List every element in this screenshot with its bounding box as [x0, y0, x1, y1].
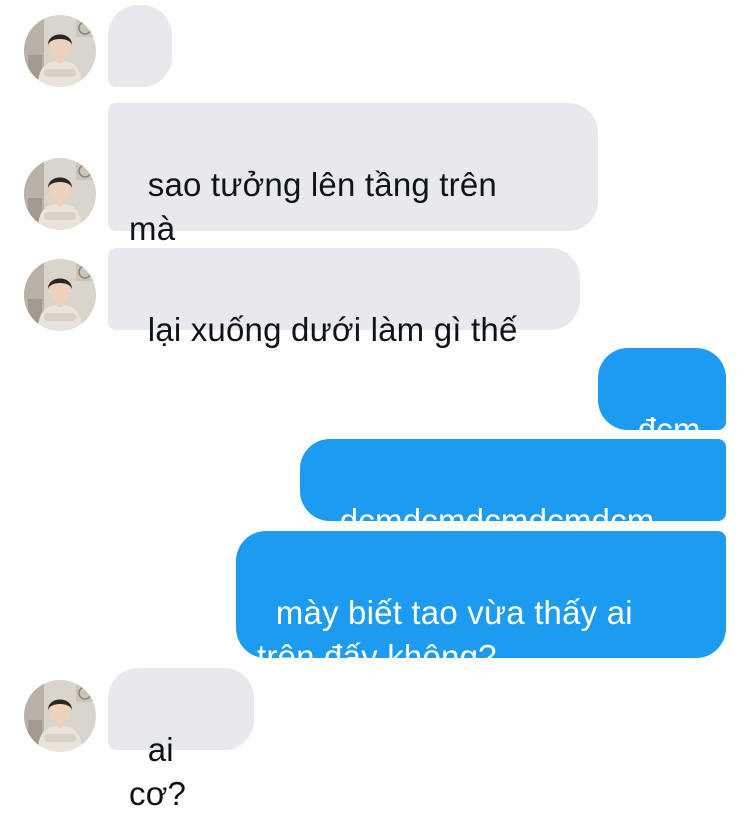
- sender-avatar[interactable]: [24, 680, 96, 752]
- sender-avatar[interactable]: [24, 158, 96, 230]
- message-text: mày biết tao vừa thấy ai trên đấy không?: [257, 594, 633, 675]
- user-avatar-icon: [24, 15, 96, 87]
- message-bubble-incoming[interactable]: ai cơ?: [108, 668, 254, 812]
- sender-avatar[interactable]: [24, 15, 96, 87]
- user-avatar-icon: [24, 680, 96, 752]
- message-bubble-outgoing[interactable]: đcm: [598, 348, 726, 448]
- sender-avatar[interactable]: [24, 259, 96, 331]
- user-avatar-icon: [24, 259, 96, 331]
- message-text: ai cơ?: [129, 731, 187, 812]
- message-bubble-incoming[interactable]: lại xuống dưới làm gì thế: [108, 248, 580, 348]
- message-bubble-outgoing[interactable]: mày biết tao vừa thấy ai trên đấy không?: [236, 531, 726, 675]
- message-bubble-incoming[interactable]: ơ: [108, 5, 172, 149]
- message-text: sao tưởng lên tầng trên mà: [129, 166, 497, 247]
- user-avatar-icon: [24, 158, 96, 230]
- message-text: lại xuống dưới làm gì thế: [147, 311, 518, 348]
- message-bubble-incoming[interactable]: sao tưởng lên tầng trên mà: [108, 103, 598, 247]
- message-bubble-outgoing[interactable]: dcmdcmdcmdcmdcm: [300, 439, 726, 539]
